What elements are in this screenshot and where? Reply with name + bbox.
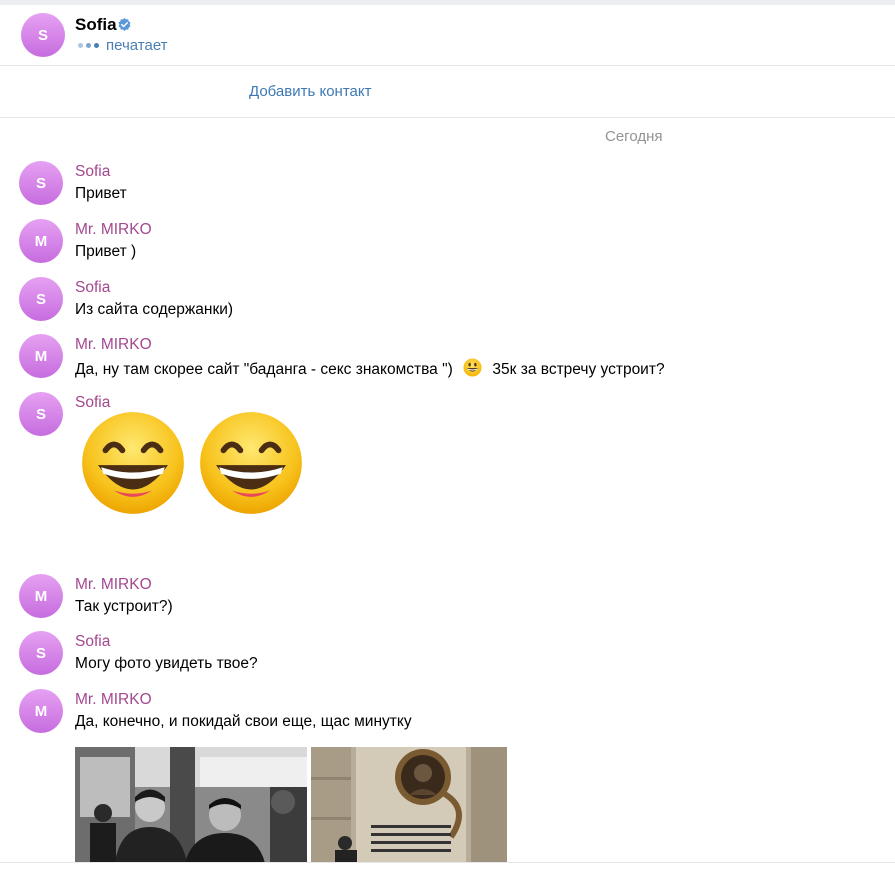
- message-text: Привет ): [75, 243, 137, 260]
- message-text-part: Да, ну там скорее сайт "баданга - секс з…: [75, 361, 453, 378]
- sender-name[interactable]: Mr. MIRKO: [75, 691, 152, 709]
- sender-name[interactable]: Mr. MIRKO: [75, 221, 152, 239]
- message-text: Так устроит?): [75, 598, 173, 615]
- grinning-face-icon: [463, 358, 482, 377]
- message-text: Да, конечно, и покидай свои еще, щас мин…: [75, 713, 412, 730]
- add-contact-bar: Добавить контакт: [0, 66, 895, 118]
- date-separator: Сегодня: [605, 128, 663, 145]
- typing-status: печатает: [78, 37, 168, 54]
- sender-name[interactable]: Mr. MIRKO: [75, 576, 152, 594]
- message-text: Да, ну там скорее сайт "баданга - секс з…: [75, 358, 665, 379]
- sender-name[interactable]: Sofia: [75, 279, 110, 297]
- photo-two-men-restaurant[interactable]: [75, 747, 307, 863]
- contact-name[interactable]: Sofia: [75, 15, 117, 35]
- sender-avatar[interactable]: M: [19, 689, 63, 733]
- typing-label: печатает: [106, 37, 168, 54]
- message-text: Из сайта содержанки): [75, 301, 234, 318]
- sender-name[interactable]: Sofia: [75, 633, 110, 651]
- chat-header: S Sofia печатает: [0, 5, 895, 66]
- sender-avatar[interactable]: S: [19, 392, 63, 436]
- message-text: Могу фото увидеть твое?: [75, 655, 258, 672]
- message-text-part: 35к за встречу устроит?: [492, 361, 665, 378]
- sender-name[interactable]: Sofia: [75, 163, 110, 181]
- header-avatar[interactable]: S: [21, 13, 65, 57]
- message-text: Привет: [75, 185, 127, 202]
- sender-name[interactable]: Mr. MIRKO: [75, 336, 152, 354]
- sender-avatar[interactable]: M: [19, 219, 63, 263]
- verified-badge-icon: [118, 18, 131, 31]
- grinning-squinting-face-icon: [200, 412, 302, 514]
- typing-dots-icon: [78, 43, 99, 48]
- sender-avatar[interactable]: M: [19, 334, 63, 378]
- grinning-squinting-face-icon: [82, 412, 184, 514]
- photo-memorial-plaque[interactable]: [311, 747, 507, 863]
- sender-avatar[interactable]: S: [19, 631, 63, 675]
- add-contact-button[interactable]: Добавить контакт: [249, 83, 371, 100]
- sender-avatar[interactable]: S: [19, 277, 63, 321]
- sender-avatar[interactable]: M: [19, 574, 63, 618]
- sender-avatar[interactable]: S: [19, 161, 63, 205]
